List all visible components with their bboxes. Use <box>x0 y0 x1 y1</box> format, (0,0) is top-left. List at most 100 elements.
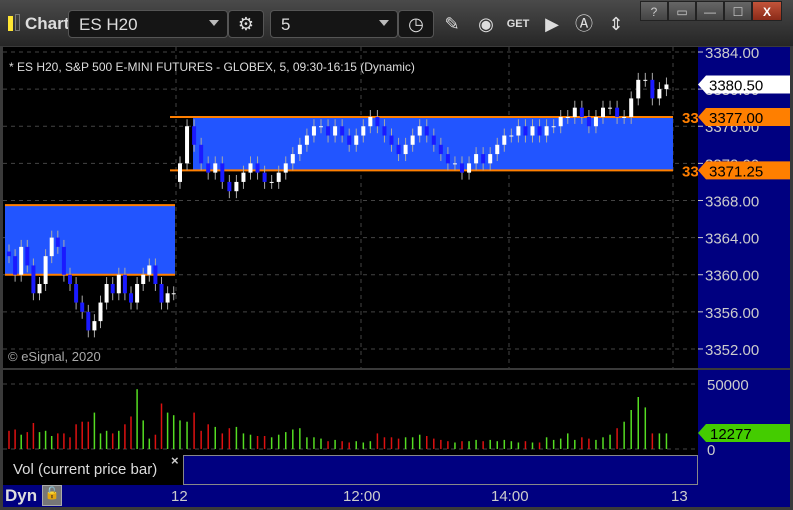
candle-down <box>55 237 60 247</box>
volume-axis[interactable]: 50000 0 12277 <box>698 370 790 485</box>
candle-up <box>297 144 302 155</box>
symbol-value: ES H20 <box>79 15 138 34</box>
candle-down <box>61 246 66 275</box>
candle-down <box>220 163 225 182</box>
candle-down <box>25 246 30 266</box>
candle-up <box>333 126 338 136</box>
symbol-settings-button[interactable]: ⚙ <box>228 10 264 38</box>
dynamic-mode-label[interactable]: Dyn <box>5 486 37 506</box>
candle-up <box>509 135 514 137</box>
candle-up <box>474 154 479 164</box>
candle-up <box>234 181 239 192</box>
candle-up <box>92 321 97 331</box>
candle-down <box>255 163 260 173</box>
candle-up <box>516 126 521 136</box>
candle-up <box>551 126 556 128</box>
vol-tick: 50000 <box>707 377 749 394</box>
candle-down <box>159 284 164 303</box>
candle-down <box>74 284 79 303</box>
candle-up <box>629 98 634 117</box>
candle-down <box>460 163 464 173</box>
close-button[interactable]: X <box>752 1 782 21</box>
title-text: Chart <box>25 14 70 33</box>
candle-up <box>241 172 246 182</box>
candle-down <box>227 181 232 192</box>
pencil-icon[interactable]: ✎ <box>440 12 464 36</box>
candle-down <box>80 302 85 312</box>
candle-up <box>171 293 176 295</box>
candle-down <box>199 144 204 164</box>
price-tick: 3356.00 <box>705 305 759 322</box>
close-study-icon[interactable]: × <box>171 453 179 468</box>
candle-down <box>347 135 352 145</box>
candle-up <box>283 163 288 173</box>
candle-up <box>664 84 669 90</box>
price-tick: 3360.00 <box>705 268 759 285</box>
candle-up <box>37 284 42 294</box>
play-icon[interactable]: ▶ <box>540 12 564 36</box>
volume-plot[interactable] <box>3 370 698 455</box>
chart-window: Chart ES H20 ⚙ 5 ◷ ✎ ◉ GET ▶ Ⓐ ⇕ ? ▭ — ☐… <box>0 0 793 510</box>
level-tag: 33 <box>682 163 698 180</box>
candle-up <box>593 116 598 127</box>
volume-pane[interactable] <box>3 370 698 455</box>
help-button[interactable]: ? <box>640 1 668 21</box>
candle-up <box>290 154 295 164</box>
candle-down <box>192 126 197 145</box>
maximize-button[interactable]: ☐ <box>724 1 752 21</box>
candle-up <box>530 126 535 136</box>
candle-up <box>622 116 627 118</box>
copyright: © eSignal, 2020 <box>8 349 101 364</box>
candle-up <box>544 126 549 136</box>
candle-up <box>361 126 366 136</box>
gear-icon: ⚙ <box>237 14 255 34</box>
alert-icon[interactable]: Ⓐ <box>572 12 596 36</box>
candle-down <box>431 135 436 145</box>
candle-up <box>467 163 472 173</box>
candle-up <box>135 284 140 303</box>
candle-up <box>452 163 457 165</box>
candle-up <box>269 181 274 183</box>
chevron-down-icon <box>209 20 219 26</box>
price-axis-svg[interactable]: 3384.003380.003376.003372.003368.003364.… <box>698 45 790 368</box>
price-axis[interactable]: 3384.003380.003376.003372.003368.003364.… <box>698 45 790 368</box>
candle-down <box>7 251 11 257</box>
candle-up <box>565 116 570 118</box>
candle-up <box>368 116 373 127</box>
candle-up <box>558 116 563 127</box>
level-low-label: 3371.25 <box>709 163 763 180</box>
candle-down <box>31 265 36 294</box>
candle-up <box>643 79 648 81</box>
candle-down <box>13 256 18 275</box>
minimize-button[interactable]: — <box>696 1 724 21</box>
candle-up <box>185 126 190 164</box>
interval-select[interactable]: 5 <box>270 10 398 38</box>
candle-up <box>213 163 218 173</box>
candle-up <box>410 135 415 145</box>
candle-down <box>481 154 486 164</box>
lock-icon[interactable]: 🔓 <box>42 485 62 506</box>
candle-down <box>340 126 345 136</box>
time-axis[interactable]: Dyn 🔓 12 12:00 14:00 13 <box>3 485 790 507</box>
candle-down <box>129 293 133 303</box>
price-plot[interactable]: 33 33 * ES H20, S&P 500 E-MINI FUTURES - G… <box>3 47 699 368</box>
interval-clock-button[interactable]: ◷ <box>398 10 434 38</box>
price-chart[interactable]: 33 33 * ES H20, S&P 500 E-MINI FUTURES - G… <box>3 47 699 368</box>
candle-down <box>68 274 72 284</box>
study-strip <box>183 455 698 485</box>
candle-down <box>110 284 115 294</box>
candle-up <box>657 89 662 99</box>
symbol-select[interactable]: ES H20 <box>68 10 228 38</box>
candle-down <box>586 116 591 127</box>
candle-down <box>262 172 267 182</box>
candle-up <box>43 256 48 284</box>
candle-down <box>615 107 620 117</box>
dock-button[interactable]: ▭ <box>668 1 696 21</box>
study-icon[interactable]: ◉ <box>474 12 498 36</box>
time-tick: 12:00 <box>343 488 381 505</box>
get-icon[interactable]: GET <box>506 12 530 36</box>
candle-up <box>502 135 507 145</box>
volume-axis-svg: 50000 012277 <box>698 377 790 459</box>
candle-up <box>276 172 281 182</box>
link-icon[interactable]: ⇕ <box>604 12 628 36</box>
